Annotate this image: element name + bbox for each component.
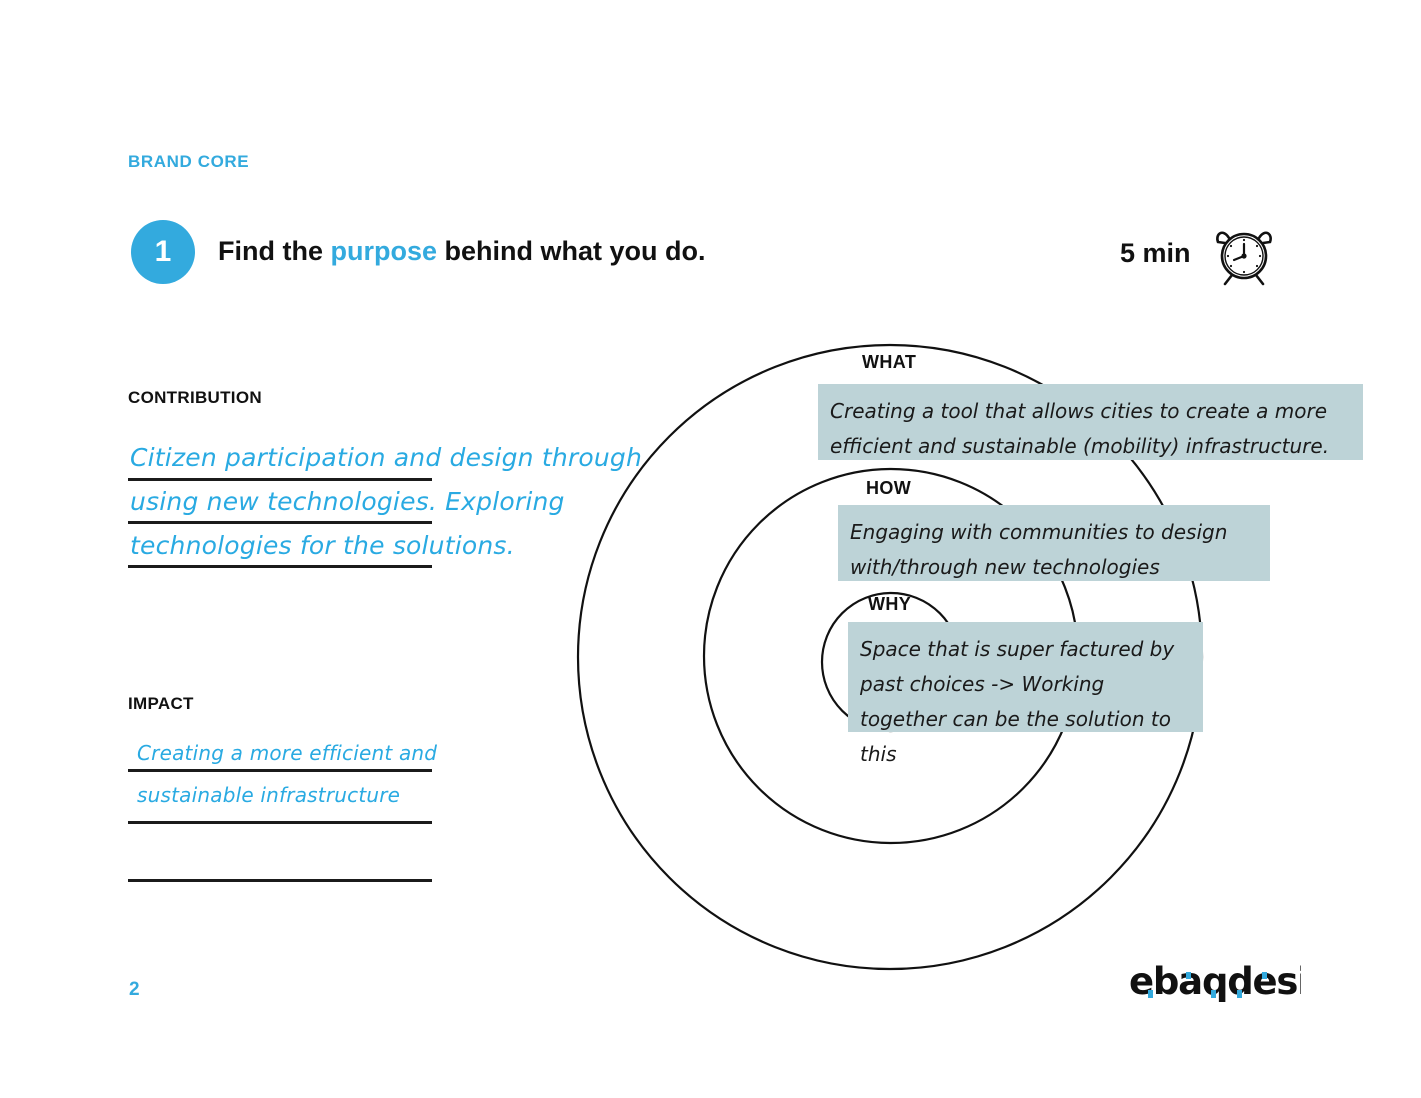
impact-rule-3 — [128, 879, 432, 882]
page-title-pre: Find the — [218, 236, 331, 266]
timer-label: 5 min — [1120, 237, 1191, 268]
impact-line-2[interactable]: sustainable infrastructure — [137, 783, 400, 807]
page-title: Find the purpose behind what you do. — [218, 236, 705, 267]
ring-label-what: WHAT — [862, 352, 917, 372]
impact-line-1[interactable]: Creating a more efficient and — [137, 741, 437, 765]
page-number: 2 — [129, 979, 140, 1000]
contribution-rule-1 — [128, 478, 432, 481]
note-why[interactable]: Space that is super factured by past cho… — [848, 622, 1203, 766]
eyebrow-brand-core: BRAND CORE — [128, 152, 250, 171]
page-title-accent: purpose — [330, 236, 437, 266]
impact-rule-2 — [128, 821, 432, 824]
step-number-badge: 1 — [131, 220, 195, 284]
ring-label-why: WHY — [868, 594, 912, 614]
page-title-post: behind what you do. — [437, 236, 706, 266]
note-what[interactable]: Creating a tool that allows cities to cr… — [818, 384, 1363, 460]
note-how[interactable]: Engaging with communities to design with… — [838, 505, 1270, 581]
worksheet-page: BRAND CORE 1 Find the purpose behind wha… — [0, 0, 1421, 1098]
ebaqdesign-logo: ebaqdesign — [1129, 958, 1360, 1006]
step-number-text: 1 — [154, 235, 172, 268]
contribution-rule-3 — [128, 565, 432, 568]
alarm-clock-icon — [1209, 218, 1279, 288]
contribution-line-2[interactable]: using new technologies. Exploring — [130, 487, 565, 516]
contribution-line-3[interactable]: technologies for the solutions. — [130, 531, 515, 560]
contribution-rule-2 — [128, 521, 432, 524]
timer: 5 min — [1120, 218, 1279, 288]
impact-rule-1 — [128, 769, 432, 772]
ring-label-how: HOW — [866, 478, 912, 498]
impact-label: IMPACT — [128, 694, 194, 713]
contribution-label: CONTRIBUTION — [128, 388, 262, 407]
